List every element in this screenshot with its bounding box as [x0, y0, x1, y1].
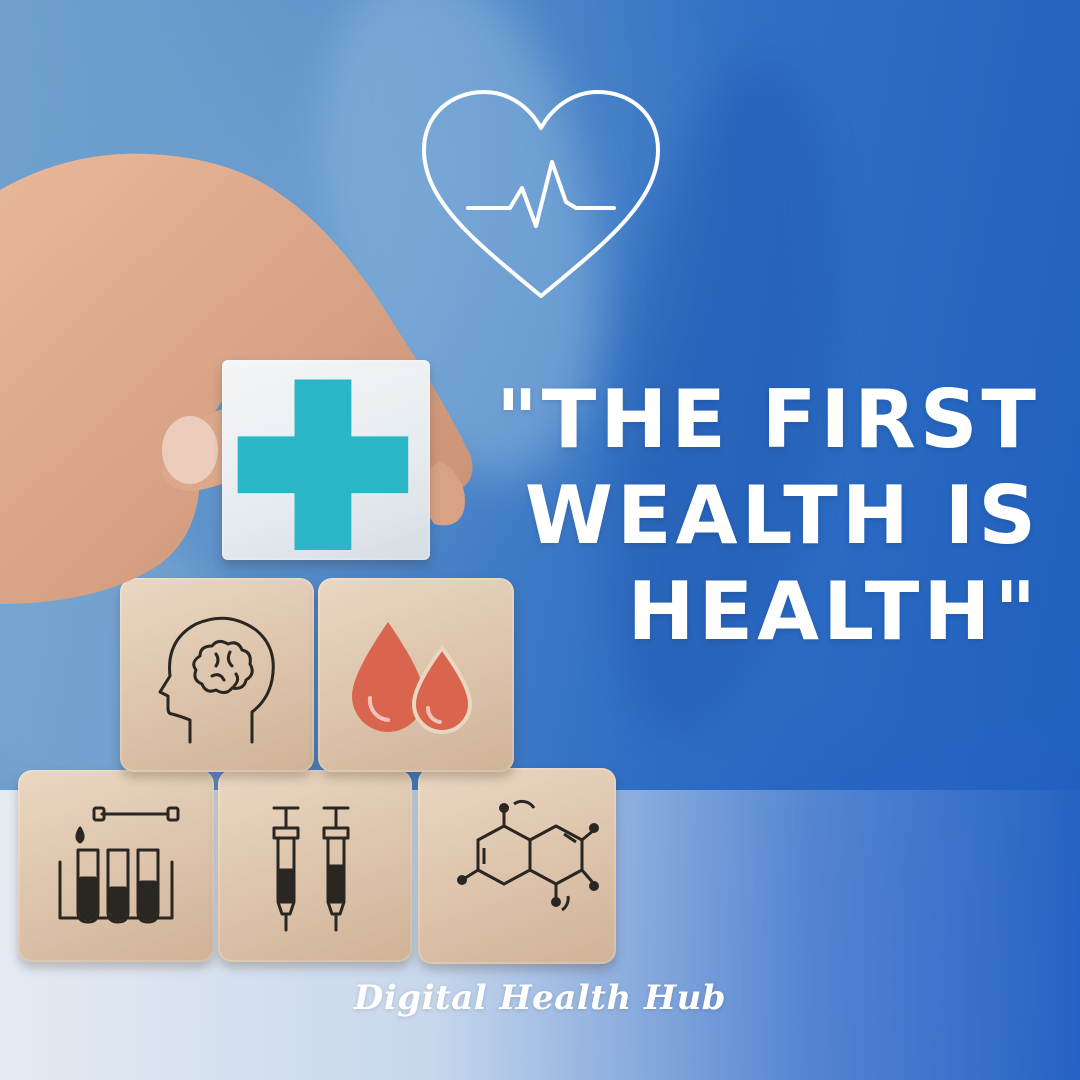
molecule-icon — [457, 799, 599, 912]
test-tubes-icon — [58, 806, 180, 924]
medical-cross-icon — [237, 379, 409, 550]
block-syringes — [218, 770, 412, 962]
block-test-tubes — [18, 770, 214, 962]
quote-line-3: HEALTH" — [627, 565, 1040, 658]
poster: "THE FIRST WEALTH IS HEALTH" Digital Hea… — [0, 0, 1080, 1080]
quote-line-1: "THE FIRST — [496, 373, 1040, 466]
syringes-icon — [272, 806, 350, 932]
quote-text: "THE FIRST WEALTH IS HEALTH" — [480, 372, 1040, 660]
block-molecule — [418, 768, 616, 964]
quote-line-2: WEALTH IS — [524, 469, 1040, 562]
brand-name: Digital Health Hub — [353, 978, 727, 1018]
block-medical-cross — [222, 360, 430, 560]
